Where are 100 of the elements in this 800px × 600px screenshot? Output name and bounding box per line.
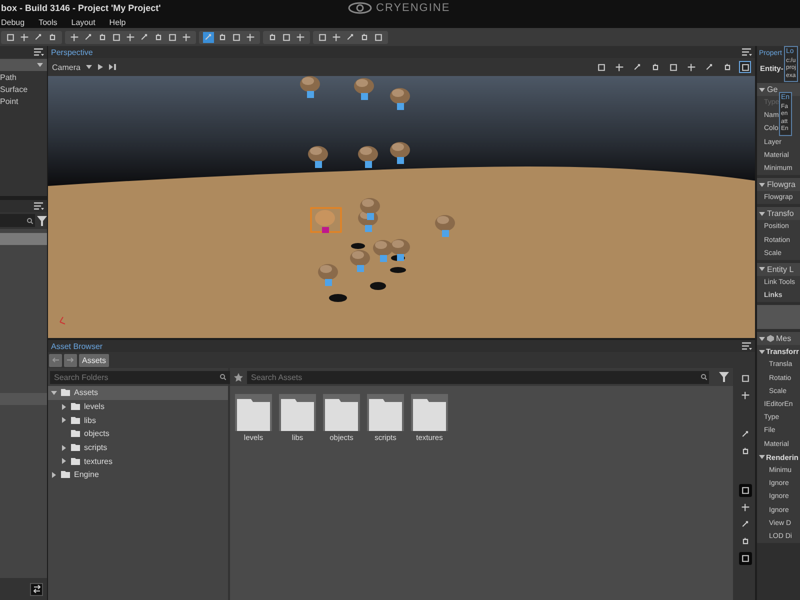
toolbar-button[interactable] bbox=[47, 32, 58, 42]
toolbar-button[interactable] bbox=[33, 32, 44, 42]
toolbar-button[interactable] bbox=[139, 32, 150, 42]
toolbar-button[interactable] bbox=[331, 32, 342, 42]
toolbar-button[interactable] bbox=[111, 32, 122, 42]
folder-tree-item[interactable]: Engine bbox=[48, 468, 228, 482]
toolbar-button[interactable] bbox=[167, 32, 178, 42]
tool-icon bbox=[722, 62, 732, 72]
expanded-caret-icon[interactable] bbox=[86, 64, 92, 70]
folder-icon bbox=[413, 399, 446, 431]
folder-thumbnail[interactable] bbox=[235, 394, 272, 431]
toolbar-button[interactable] bbox=[345, 32, 356, 42]
expanded-caret-icon[interactable] bbox=[759, 266, 765, 272]
expanded-caret-icon[interactable] bbox=[37, 62, 43, 68]
collapsed-caret-icon[interactable] bbox=[61, 444, 67, 451]
toolbar-button[interactable] bbox=[153, 32, 164, 42]
collapsed-caret-icon[interactable] bbox=[61, 417, 67, 424]
filter-icon[interactable] bbox=[37, 216, 47, 226]
toolbar-button[interactable] bbox=[203, 32, 214, 42]
toolbar-button[interactable] bbox=[231, 32, 242, 42]
collapsed-caret-icon[interactable] bbox=[61, 404, 67, 410]
toolbar-button[interactable] bbox=[317, 32, 328, 42]
tool-icon bbox=[332, 32, 341, 42]
toolbar-button[interactable] bbox=[69, 32, 80, 42]
tool-icon bbox=[282, 32, 291, 42]
toolbar-button[interactable] bbox=[19, 32, 30, 42]
collapsed-caret-icon[interactable] bbox=[61, 458, 67, 464]
panel-menu-icon[interactable] bbox=[742, 342, 752, 350]
folder-tree-item[interactable]: libs bbox=[48, 413, 228, 428]
expanded-caret-icon[interactable] bbox=[759, 454, 765, 460]
side-tool-button[interactable] bbox=[738, 484, 752, 497]
forward-button[interactable] bbox=[64, 354, 77, 366]
section-header[interactable]: Mes bbox=[757, 332, 800, 346]
back-button[interactable] bbox=[49, 354, 62, 366]
section-header[interactable]: Flowgra bbox=[757, 178, 800, 192]
folder-tree-item[interactable]: objects bbox=[48, 427, 228, 441]
search-field[interactable] bbox=[0, 214, 35, 227]
logo-text: CRYENGINE bbox=[376, 2, 450, 14]
search-field[interactable]: Search Assets bbox=[247, 370, 709, 384]
folder-tree-item[interactable]: Assets bbox=[48, 386, 228, 400]
viewport-tool-button[interactable] bbox=[613, 61, 625, 73]
toolbar-button[interactable] bbox=[181, 32, 192, 42]
menu-item[interactable]: Help bbox=[109, 18, 126, 26]
star-icon[interactable] bbox=[234, 372, 243, 382]
toolbar-button[interactable] bbox=[217, 32, 228, 42]
side-tool-button[interactable] bbox=[738, 552, 752, 565]
menu-item[interactable]: Debug bbox=[1, 18, 25, 26]
viewport-tool-button[interactable] bbox=[667, 61, 679, 73]
panel-menu-icon[interactable] bbox=[742, 48, 752, 56]
toolbar-button[interactable] bbox=[125, 32, 136, 42]
tool-icon bbox=[6, 32, 15, 42]
section-header[interactable]: Transfo bbox=[757, 207, 800, 220]
filter-icon[interactable] bbox=[719, 372, 729, 382]
tool-icon bbox=[632, 62, 642, 72]
play-icon[interactable] bbox=[98, 64, 104, 70]
breadcrumb-button[interactable]: Assets bbox=[79, 354, 110, 366]
window-title: box - Build 3146 - Project 'My Project' bbox=[0, 3, 161, 13]
toolbar-button[interactable] bbox=[83, 32, 94, 42]
tool-icon bbox=[70, 32, 79, 42]
tool-icon bbox=[740, 503, 750, 512]
search-field[interactable]: Search Folders bbox=[50, 370, 232, 384]
folder-thumbnail[interactable] bbox=[279, 394, 316, 431]
folder-tree-item[interactable]: levels bbox=[48, 400, 228, 414]
list-item[interactable]: Point bbox=[0, 96, 47, 108]
folder-icon bbox=[325, 399, 358, 431]
step-icon[interactable] bbox=[109, 64, 116, 70]
panel-title: Perspective bbox=[51, 48, 93, 56]
expanded-caret-icon[interactable] bbox=[759, 182, 765, 188]
swap-button[interactable] bbox=[30, 582, 43, 596]
viewport-tool-button[interactable] bbox=[595, 61, 607, 73]
folder-thumbnail[interactable] bbox=[323, 394, 360, 431]
folder-thumbnail[interactable] bbox=[411, 394, 448, 431]
toolbar-button[interactable] bbox=[281, 32, 292, 42]
toolbar-button[interactable] bbox=[97, 32, 108, 42]
search-icon bbox=[27, 218, 33, 224]
panel-menu-icon[interactable] bbox=[34, 48, 44, 56]
tool-icon bbox=[740, 430, 750, 439]
tool-icon bbox=[126, 32, 135, 42]
list-item[interactable]: Path bbox=[0, 72, 47, 84]
toolbar-button[interactable] bbox=[245, 32, 256, 42]
toolbar-button[interactable] bbox=[295, 32, 306, 42]
folder-tree-item[interactable]: textures bbox=[48, 454, 228, 468]
expanded-caret-icon[interactable] bbox=[759, 210, 765, 217]
panel-menu-icon[interactable] bbox=[34, 202, 44, 210]
toolbar-button[interactable] bbox=[5, 32, 16, 42]
toolbar-button[interactable] bbox=[267, 32, 278, 42]
list-item[interactable]: Surface bbox=[0, 84, 47, 96]
section-header[interactable]: Entity L bbox=[757, 262, 800, 276]
folder-tree-item[interactable]: scripts bbox=[48, 440, 228, 454]
folder-thumbnail[interactable] bbox=[367, 394, 404, 431]
toolbar-button[interactable] bbox=[359, 32, 370, 42]
expanded-caret-icon[interactable] bbox=[759, 86, 765, 92]
menu-item[interactable]: Layout bbox=[71, 18, 96, 26]
viewport-tool-button[interactable] bbox=[685, 61, 697, 73]
toolbar-button[interactable] bbox=[373, 32, 384, 42]
camera-dropdown[interactable]: Camera bbox=[52, 62, 80, 72]
menu-item[interactable]: Tools bbox=[38, 18, 58, 26]
viewport-tool-button[interactable] bbox=[739, 61, 751, 73]
expanded-caret-icon[interactable] bbox=[51, 390, 57, 396]
collapsed-caret-icon[interactable] bbox=[51, 472, 57, 478]
